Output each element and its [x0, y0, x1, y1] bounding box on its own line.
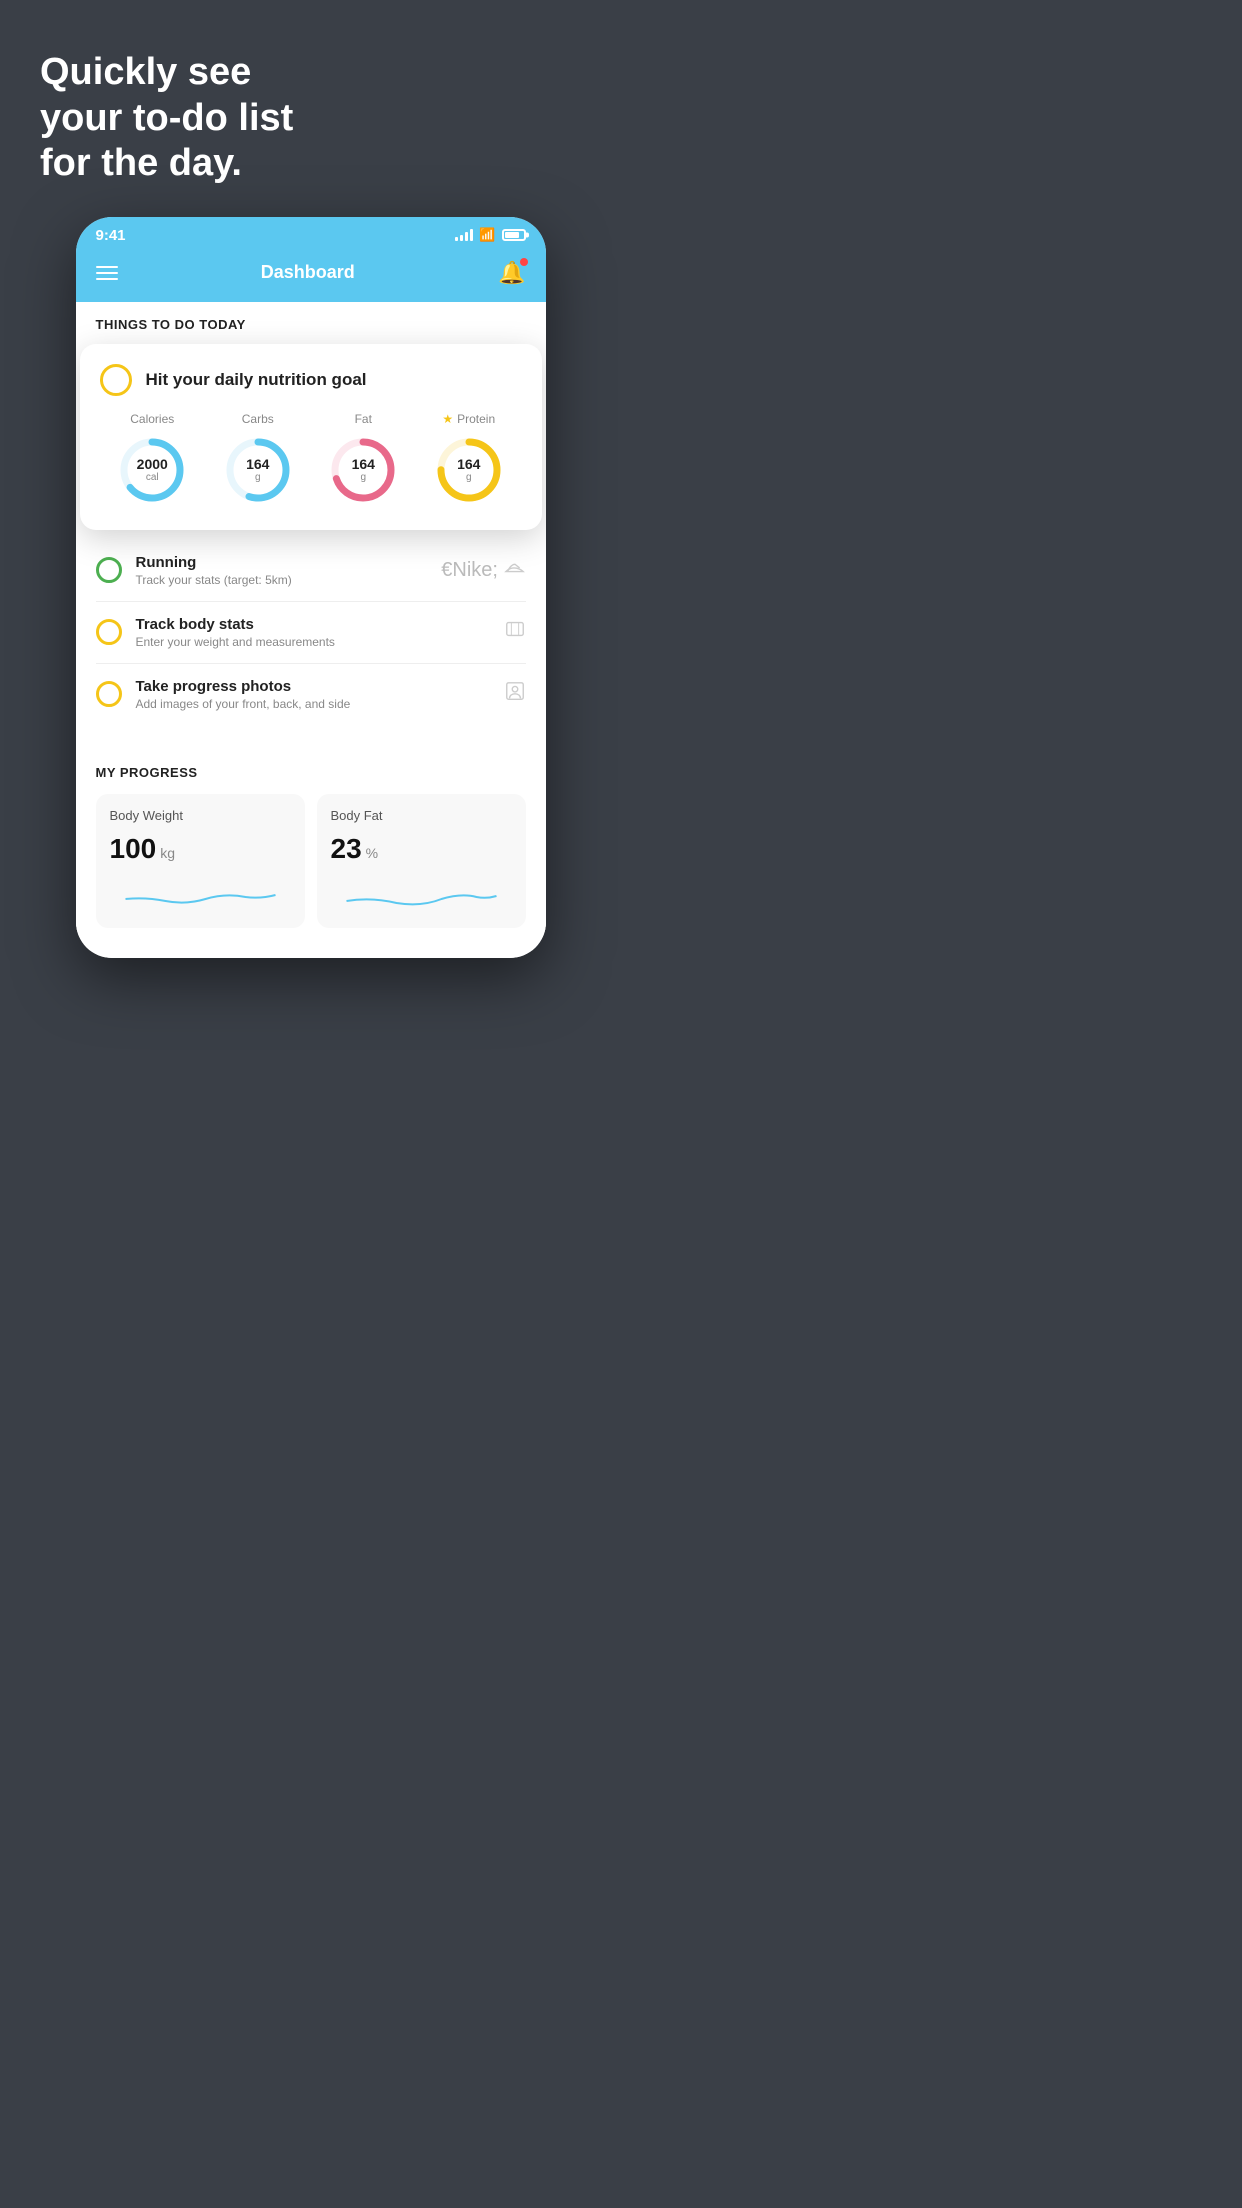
- fat-value: 164: [352, 457, 375, 472]
- status-time: 9:41: [96, 227, 126, 244]
- body-fat-unit: %: [366, 845, 378, 861]
- progress-cards: Body Weight 100 kg Body Fat 23: [96, 794, 526, 928]
- calories-unit: cal: [137, 472, 168, 483]
- notification-bell-button[interactable]: 🔔: [498, 260, 525, 286]
- body-stats-circle: [96, 619, 122, 645]
- running-title: Running: [136, 554, 428, 571]
- app-header: Dashboard 🔔: [76, 250, 546, 302]
- running-text: Running Track your stats (target: 5km): [136, 554, 428, 587]
- fat-unit: g: [352, 472, 375, 483]
- hero-title: Quickly see your to-do list for the day.: [40, 50, 581, 187]
- body-fat-chart: [331, 879, 512, 909]
- progress-photos-subtitle: Add images of your front, back, and side: [136, 697, 490, 711]
- body-fat-card-title: Body Fat: [331, 808, 512, 823]
- nutrition-goal-text: Hit your daily nutrition goal: [146, 370, 367, 390]
- things-to-do-title: THINGS TO DO TODAY: [96, 317, 246, 332]
- body-stats-subtitle: Enter your weight and measurements: [136, 635, 490, 649]
- body-fat-card: Body Fat 23 %: [317, 794, 526, 928]
- body-stats-text: Track body stats Enter your weight and m…: [136, 616, 490, 649]
- todo-list: Running Track your stats (target: 5km) €…: [76, 520, 546, 725]
- todo-item-running[interactable]: Running Track your stats (target: 5km) €…: [96, 540, 526, 602]
- wifi-icon: 📶: [479, 227, 495, 243]
- signal-icon: [455, 229, 473, 241]
- carbs-value: 164: [246, 457, 269, 472]
- protein-unit: g: [457, 472, 480, 483]
- body-weight-value: 100: [110, 833, 157, 865]
- status-bar: 9:41 📶: [76, 217, 546, 250]
- nutrition-item-fat: Fat 164 g: [327, 412, 399, 506]
- progress-photos-text: Take progress photos Add images of your …: [136, 678, 490, 711]
- calories-value: 2000: [137, 457, 168, 472]
- phone-mockup: 9:41 📶 Dashboard: [76, 217, 546, 958]
- scale-icon: [504, 618, 526, 646]
- my-progress-title: MY PROGRESS: [96, 765, 526, 780]
- calories-label: Calories: [130, 412, 174, 426]
- page-wrapper: Quickly see your to-do list for the day.…: [0, 0, 621, 1104]
- hero-section: Quickly see your to-do list for the day.: [0, 0, 621, 217]
- fat-label: Fat: [355, 412, 372, 426]
- person-photo-icon: [504, 680, 526, 708]
- body-weight-chart: [110, 879, 291, 909]
- protein-donut: 164 g: [433, 434, 505, 506]
- status-icons: 📶: [455, 227, 525, 243]
- battery-icon: [502, 229, 526, 241]
- hamburger-menu-icon[interactable]: [96, 266, 118, 280]
- carbs-donut: 164 g: [222, 434, 294, 506]
- fat-donut: 164 g: [327, 434, 399, 506]
- protein-star-icon: ★: [442, 412, 453, 426]
- progress-section: MY PROGRESS Body Weight 100 kg: [76, 745, 546, 938]
- progress-photos-circle: [96, 681, 122, 707]
- carbs-unit: g: [246, 472, 269, 483]
- body-weight-unit: kg: [160, 845, 175, 861]
- nutrition-item-calories: Calories 2000 cal: [116, 412, 188, 506]
- phone-content: THINGS TO DO TODAY Hit your daily nutrit…: [76, 302, 546, 938]
- phone-bottom: [76, 938, 546, 958]
- nutrition-item-protein: ★ Protein 164 g: [433, 412, 505, 506]
- protein-label: ★ Protein: [442, 412, 495, 426]
- header-title: Dashboard: [261, 262, 355, 283]
- nutrition-item-carbs: Carbs 164 g: [222, 412, 294, 506]
- calories-donut: 2000 cal: [116, 434, 188, 506]
- nutrition-goal-card: Hit your daily nutrition goal Calories: [80, 344, 542, 530]
- body-weight-card: Body Weight 100 kg: [96, 794, 305, 928]
- things-to-do-section-header: THINGS TO DO TODAY: [76, 302, 546, 344]
- protein-value: 164: [457, 457, 480, 472]
- body-fat-value: 23: [331, 833, 362, 865]
- notification-dot: [520, 258, 528, 266]
- body-weight-card-title: Body Weight: [110, 808, 291, 823]
- body-stats-title: Track body stats: [136, 616, 490, 633]
- todo-item-progress-photos[interactable]: Take progress photos Add images of your …: [96, 664, 526, 725]
- nutrition-circles: Calories 2000 cal: [100, 412, 522, 506]
- running-subtitle: Track your stats (target: 5km): [136, 573, 428, 587]
- nutrition-goal-header: Hit your daily nutrition goal: [100, 364, 522, 396]
- running-shoe-icon: €Nike;: [441, 558, 525, 582]
- todo-item-body-stats[interactable]: Track body stats Enter your weight and m…: [96, 602, 526, 664]
- progress-photos-title: Take progress photos: [136, 678, 490, 695]
- running-circle: [96, 557, 122, 583]
- goal-circle-check: [100, 364, 132, 396]
- carbs-label: Carbs: [242, 412, 274, 426]
